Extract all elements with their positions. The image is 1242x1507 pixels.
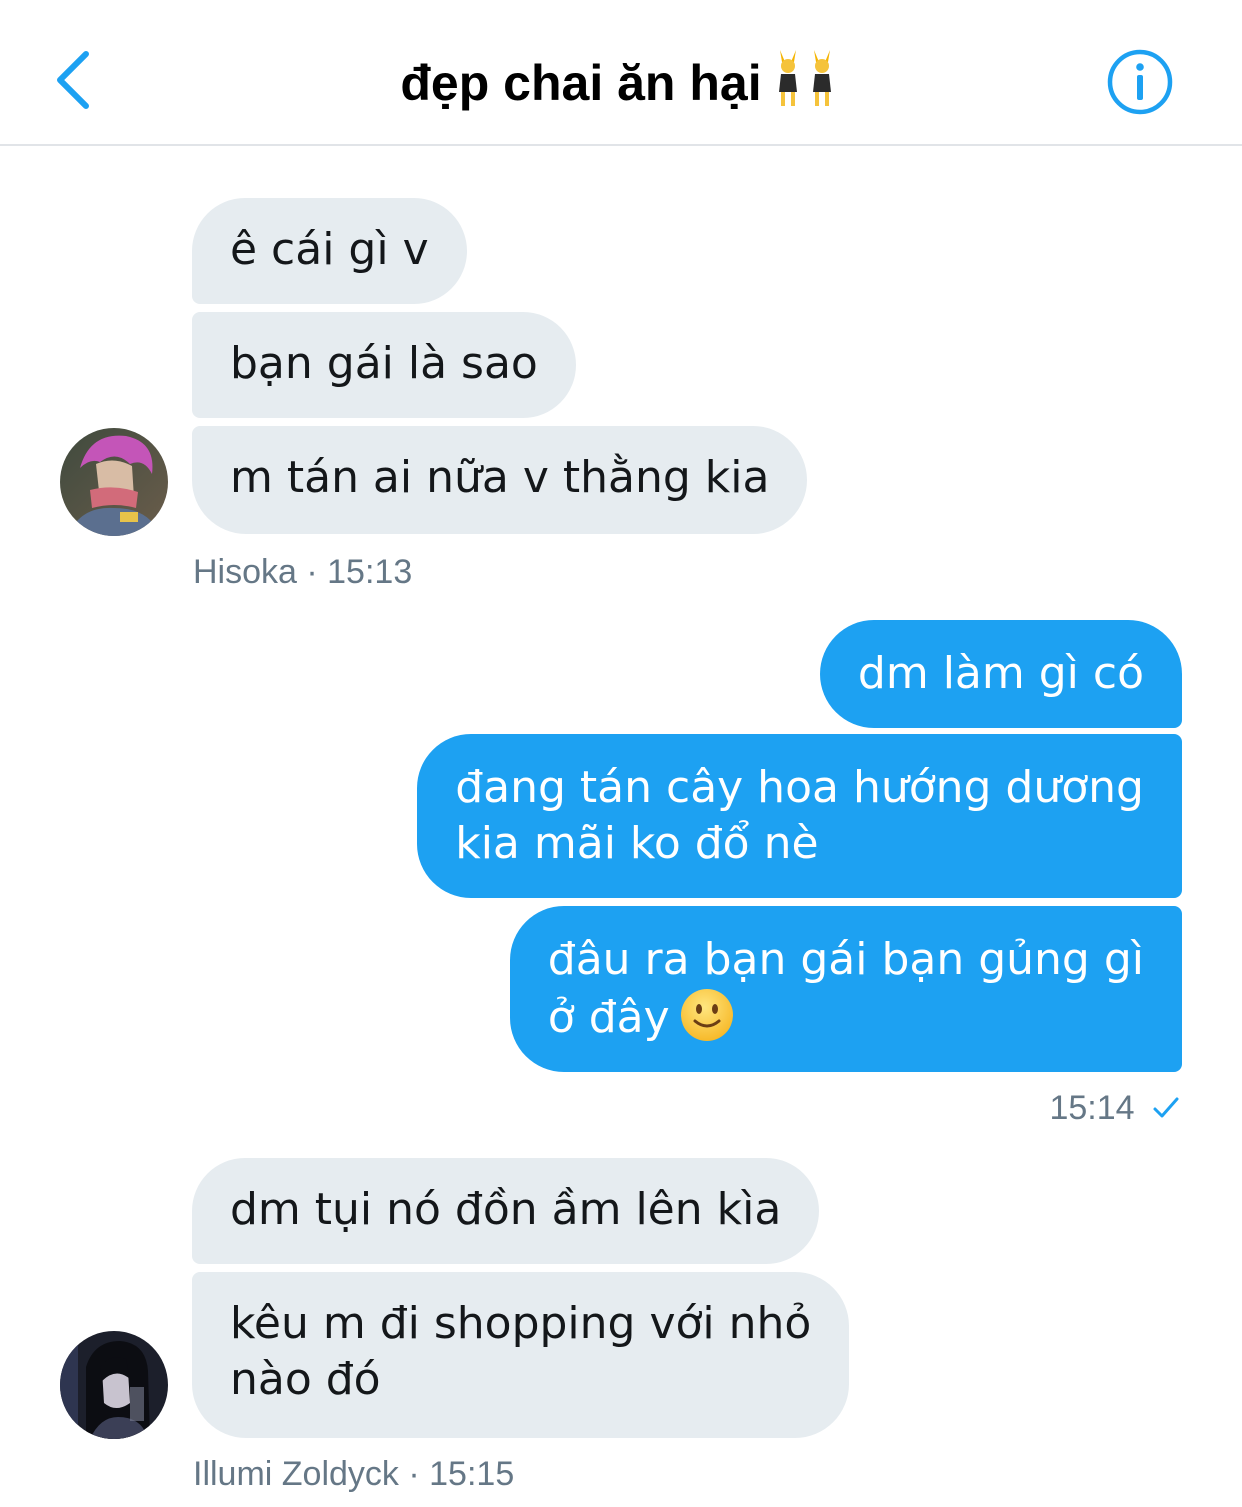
avatar-hisoka[interactable] xyxy=(60,428,168,536)
message-text-line: kêu m đi shopping với nhỏ xyxy=(230,1298,812,1349)
slightly-smiling-face-emoji xyxy=(680,988,734,1042)
message-meta: Illumi Zoldyck · 15:15 xyxy=(193,1455,515,1493)
message-text: dm tụi nó đồn ầm lên kìa xyxy=(230,1184,782,1235)
message-text-line: kia mãi ko đổ nè xyxy=(455,818,819,869)
conversation-title: đẹp chai ăn hại xyxy=(400,55,762,111)
message-bubble-outgoing[interactable]: đang tán cây hoa hướng dương kia mãi ko … xyxy=(417,734,1182,898)
message-text: dm làm gì có xyxy=(857,648,1144,699)
message-text: ê cái gì v xyxy=(230,224,429,275)
people-with-bunny-ears-emoji xyxy=(772,48,842,108)
message-text: bạn gái là sao xyxy=(230,338,538,389)
message-bubble-outgoing[interactable]: dm làm gì có xyxy=(819,620,1182,728)
message-time: 15:14 xyxy=(1049,1089,1135,1127)
conversation-header: đẹp chai ăn hại xyxy=(0,0,1242,146)
info-circle-icon xyxy=(1107,49,1173,115)
message-text-line: đâu ra bạn gái bạn gủng gì xyxy=(547,934,1144,985)
message-meta-outgoing: 15:14 xyxy=(1049,1088,1180,1128)
message-bubble[interactable]: ê cái gì v xyxy=(192,198,467,304)
message-text-line: đang tán cây hoa hướng dương xyxy=(455,762,1144,813)
message-text: m tán ai nữa v thằng kia xyxy=(230,452,770,503)
checkmark-icon xyxy=(1153,1097,1179,1118)
message-text: ở đây xyxy=(547,992,670,1043)
message-text-line: nào đó xyxy=(230,1354,381,1405)
info-button[interactable] xyxy=(1106,48,1174,116)
message-bubble[interactable]: m tán ai nữa v thằng kia xyxy=(192,426,808,534)
message-bubble[interactable]: dm tụi nó đồn ầm lên kìa xyxy=(192,1158,820,1264)
message-meta: Hisoka · 15:13 xyxy=(193,553,413,591)
message-bubble[interactable]: bạn gái là sao xyxy=(192,312,576,418)
message-bubble[interactable]: kêu m đi shopping với nhỏ nào đó xyxy=(192,1272,850,1438)
message-bubble-outgoing[interactable]: đâu ra bạn gái bạn gủng gì ở đây xyxy=(509,906,1182,1072)
conversation-title-row[interactable]: đẹp chai ăn hại xyxy=(0,48,1242,115)
avatar-illumi[interactable] xyxy=(60,1331,168,1439)
message-text-line: ở đây xyxy=(548,988,1144,1046)
